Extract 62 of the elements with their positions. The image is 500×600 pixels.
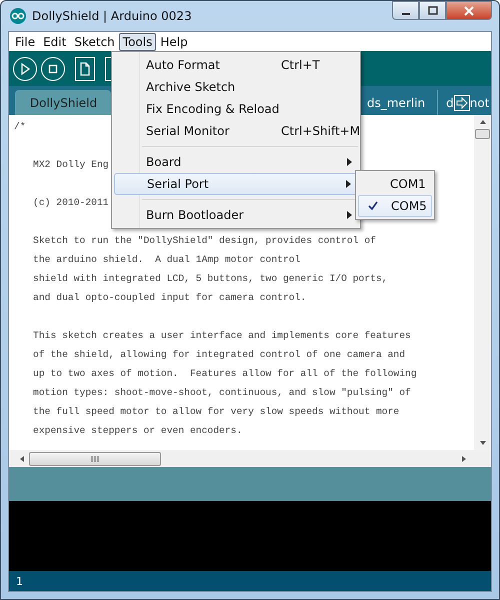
- code-line: (c) 2010-2011: [33, 196, 109, 210]
- code-line: up to two axes of motion. Features allow for all of the following: [33, 367, 417, 381]
- tab[interactable]: d not: [437, 90, 490, 115]
- menu-option-label: Burn Bootloader: [146, 208, 244, 222]
- submenu-arrow-icon: [347, 158, 352, 166]
- maximize-button[interactable]: [419, 1, 446, 20]
- code-line: This sketch creates a user interface and implements core features: [33, 329, 411, 343]
- window-title: DollyShield | Arduino 0023: [32, 9, 192, 23]
- shortcut-label: Ctrl+Shift+M: [281, 124, 360, 138]
- menu-item[interactable]: Help: [156, 32, 192, 50]
- close-icon: [463, 6, 475, 16]
- menu-option-label: COM1: [390, 177, 426, 191]
- arrow-icon: [454, 94, 470, 110]
- shortcut-label: Ctrl+T: [281, 58, 320, 72]
- code-line: the arduino shield. A dual 1Amp motor control: [33, 253, 300, 267]
- horizontal-scrollbar[interactable]: [9, 450, 491, 467]
- menu-item[interactable]: Sketch: [70, 32, 119, 50]
- scroll-up-icon[interactable]: [478, 119, 486, 125]
- code-line: shield with integrated LCD, 5 buttons, two generic I/O ports,: [33, 272, 388, 286]
- infinity-logo-icon: [10, 8, 26, 24]
- menu-option[interactable]: Burn Bootloader: [114, 204, 358, 226]
- stop-button[interactable]: [41, 56, 65, 80]
- vertical-scrollbar[interactable]: [474, 115, 491, 450]
- code-line: MX2 Dolly Eng: [33, 158, 109, 172]
- code-line: and dual opto-coupled input for camera control.: [33, 291, 306, 305]
- scroll-down-icon[interactable]: [478, 440, 486, 446]
- close-button[interactable]: [446, 1, 492, 20]
- code-line: of the shield, allowing for integrated control of one camera and: [33, 348, 406, 362]
- grip-icon: [91, 456, 99, 462]
- scroll-right-icon[interactable]: [461, 454, 467, 462]
- menu-option[interactable]: Serial Monitor Ctrl+Shift+M: [114, 120, 358, 142]
- menu-option[interactable]: COM5: [358, 195, 432, 217]
- menu-option-label: Board: [146, 155, 182, 169]
- minimize-icon: [402, 12, 410, 14]
- menu-item[interactable]: Tools: [118, 32, 156, 50]
- menu-option[interactable]: Board: [114, 151, 358, 173]
- menu-option-label: COM5: [391, 199, 427, 213]
- code-line: expensive steppers or even encoders.: [33, 424, 242, 438]
- document-icon: [78, 60, 92, 76]
- minimize-button[interactable]: [392, 1, 419, 20]
- code-line: motion types: shoot-move-shoot, continuous, and slow "pulsing" of: [33, 386, 411, 400]
- menu-option-label: Archive Sketch: [146, 80, 236, 94]
- menu-item[interactable]: Edit: [39, 32, 70, 50]
- menu-option[interactable]: COM1: [358, 173, 432, 195]
- submenu-arrow-icon: [347, 211, 352, 219]
- verify-button[interactable]: [13, 56, 37, 80]
- new-button[interactable]: [75, 56, 95, 80]
- tab[interactable]: DollyShield: [15, 90, 111, 115]
- menu-option-label: Serial Port: [147, 177, 209, 191]
- scroll-left-icon[interactable]: [19, 454, 25, 462]
- scroll-thumb[interactable]: [475, 129, 490, 139]
- code-line: the full speed motor to allow for very slow speeds without more: [33, 405, 400, 419]
- menu-option-label: Auto Format: [146, 58, 220, 72]
- menu-item[interactable]: File: [11, 32, 40, 50]
- menu-option[interactable]: Serial Port: [114, 173, 358, 195]
- submenu-arrow-icon: [346, 180, 351, 188]
- menu-option-label: Fix Encoding & Reload: [146, 102, 280, 116]
- code-line: /*: [14, 120, 26, 134]
- maximize-icon: [428, 6, 438, 16]
- code-line: Sketch to run the "DollyShield" design, provides control of: [33, 234, 376, 248]
- line-number: 1: [16, 574, 23, 588]
- menu-option-label: Serial Monitor: [146, 124, 230, 138]
